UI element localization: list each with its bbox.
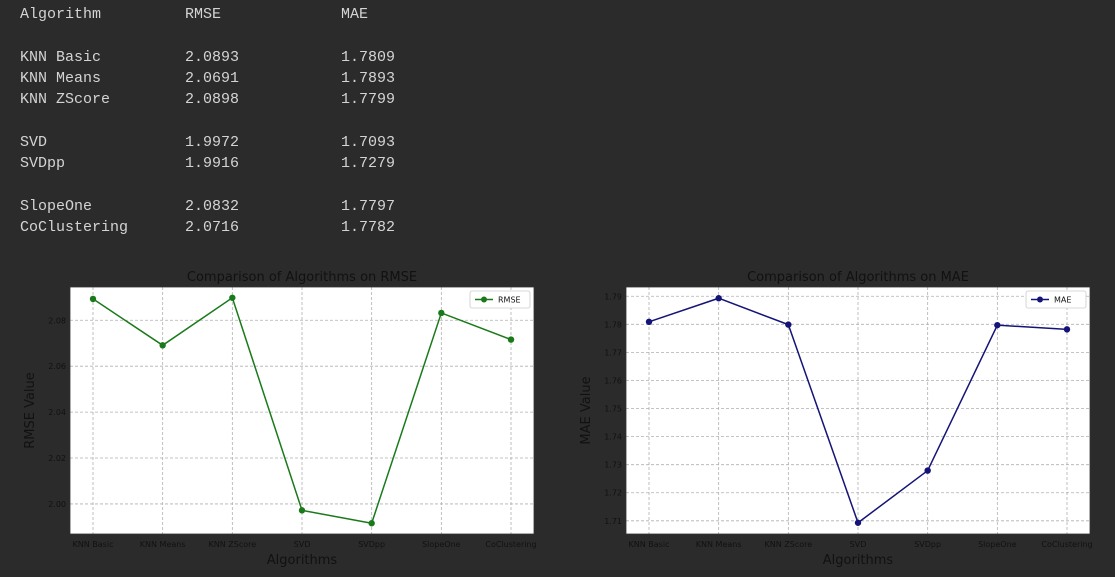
rmse-data-point bbox=[159, 342, 166, 349]
mae-data-point bbox=[1063, 326, 1071, 333]
rmse-value: 2.0832 bbox=[185, 197, 240, 215]
table-row: SVD 1.9972 1.7093 bbox=[20, 132, 395, 153]
legend: MAE bbox=[1025, 290, 1087, 309]
table-row: KNN ZScore 2.0898 1.7799 bbox=[20, 89, 395, 110]
legend-marker bbox=[481, 296, 487, 303]
y-axis-label: RMSE Value bbox=[23, 372, 38, 449]
y-tick-label: 1.74 bbox=[604, 433, 622, 442]
mae-data-point bbox=[854, 519, 862, 526]
legend-label: RMSE bbox=[498, 296, 521, 305]
algorithm-name: KNN ZScore bbox=[20, 91, 111, 109]
rmse-data-point bbox=[298, 507, 306, 514]
rmse-data-point bbox=[438, 309, 445, 317]
y-tick-label: 1.76 bbox=[604, 376, 622, 385]
header-algorithm: Algorithm bbox=[20, 6, 102, 23]
x-tick-label: KNN ZScore bbox=[765, 540, 813, 549]
mae-chart: 1.71 1.72 1.73 1.74 1.75 1.76 1.77 1.78 1.79 KNN … bbox=[579, 270, 1093, 568]
mae-value: 1.7809 bbox=[341, 48, 396, 66]
mae-value: 1.7782 bbox=[341, 218, 396, 236]
legend: RMSE bbox=[469, 290, 531, 309]
x-axis-label: Algorithms bbox=[267, 553, 338, 568]
mae-data-point bbox=[924, 467, 931, 474]
x-tick-label: SlopeOne bbox=[422, 540, 461, 549]
mae-value: 1.7279 bbox=[341, 155, 396, 173]
y-tick-label: 1.72 bbox=[604, 489, 622, 498]
chart-title: Comparison of Algorithms on MAE bbox=[747, 270, 969, 285]
rmse-value: 2.0898 bbox=[185, 91, 240, 109]
rmse-value: 1.9916 bbox=[185, 155, 240, 173]
x-tick-label: SVDpp bbox=[358, 540, 385, 549]
table-spacer bbox=[20, 25, 56, 46]
x-tick-label: SVD bbox=[850, 540, 867, 549]
algorithm-name: KNN Means bbox=[20, 69, 102, 87]
mae-data-point bbox=[785, 321, 792, 328]
table-spacer bbox=[20, 174, 56, 195]
table-row: KNN Basic 2.0893 1.7809 bbox=[20, 47, 395, 68]
y-axis-label: MAE Value bbox=[579, 376, 594, 444]
header-mae: MAE bbox=[341, 6, 369, 23]
mae-value: 1.7893 bbox=[341, 69, 396, 87]
results-table: Algorithm RMSE MAE KNN Basic 2.0893 1.78… bbox=[20, 4, 395, 238]
x-tick-label: SVDpp bbox=[914, 540, 941, 549]
x-tick-label: CoClustering bbox=[485, 540, 536, 549]
rmse-data-point bbox=[89, 295, 97, 303]
x-tick-label: KNN Means bbox=[696, 540, 742, 549]
y-tick-label: 1.73 bbox=[604, 461, 622, 470]
algorithm-name: CoClustering bbox=[20, 218, 129, 236]
y-tick-label: 1.75 bbox=[604, 405, 622, 414]
mae-value: 1.7799 bbox=[341, 91, 396, 109]
y-tick-label: 1.77 bbox=[604, 348, 622, 357]
legend-label: MAE bbox=[1054, 296, 1071, 305]
y-tick-label: 1.78 bbox=[604, 320, 622, 329]
y-tick-label: 1.79 bbox=[604, 292, 622, 301]
rmse-data-point bbox=[368, 520, 375, 527]
mae-data-point bbox=[715, 295, 722, 302]
x-tick-label: CoClustering bbox=[1041, 540, 1092, 549]
x-tick-label: KNN ZScore bbox=[209, 540, 257, 549]
mae-value: 1.7093 bbox=[341, 133, 396, 151]
x-axis-label: Algorithms bbox=[823, 553, 894, 568]
rmse-value: 2.0691 bbox=[185, 69, 240, 87]
legend-marker bbox=[1037, 296, 1043, 303]
x-tick-label: KNN Means bbox=[140, 540, 186, 549]
x-tick-label: KNN Basic bbox=[629, 540, 670, 549]
x-tick-label: SVD bbox=[294, 540, 311, 549]
y-tick-label: 1.71 bbox=[604, 517, 622, 526]
rmse-value: 2.0893 bbox=[185, 48, 240, 66]
rmse-chart: 2.00 2.02 2.04 2.06 2.08 KNN Basic KNN Means KN… bbox=[23, 270, 537, 568]
y-tick-label: 2.08 bbox=[48, 316, 66, 325]
mae-value: 1.7797 bbox=[341, 197, 396, 215]
y-tick-label: 2.02 bbox=[48, 454, 66, 463]
table-header-row: Algorithm RMSE MAE bbox=[20, 4, 368, 25]
mae-data-point bbox=[994, 321, 1001, 329]
chart-title: Comparison of Algorithms on RMSE bbox=[187, 270, 417, 285]
rmse-data-point bbox=[229, 294, 236, 301]
y-tick-label: 2.06 bbox=[48, 362, 66, 371]
algorithm-name: SVDpp bbox=[20, 155, 66, 173]
header-rmse: RMSE bbox=[185, 6, 222, 23]
mae-data-point bbox=[645, 318, 653, 326]
table-row: KNN Means 2.0691 1.7893 bbox=[20, 68, 395, 89]
table-row: CoClustering 2.0716 1.7782 bbox=[20, 217, 395, 238]
table-row: SVDpp 1.9916 1.7279 bbox=[20, 153, 395, 174]
algorithm-name: KNN Basic bbox=[20, 48, 102, 66]
y-tick-label: 2.04 bbox=[48, 408, 66, 417]
table-spacer bbox=[20, 110, 56, 131]
x-tick-label: SlopeOne bbox=[978, 540, 1017, 549]
table-row: SlopeOne 2.0832 1.7797 bbox=[20, 196, 395, 217]
rmse-value: 2.0716 bbox=[185, 218, 240, 236]
rmse-value: 1.9972 bbox=[185, 133, 240, 151]
algorithm-name: SVD bbox=[20, 133, 48, 151]
algorithm-name: SlopeOne bbox=[20, 197, 93, 215]
y-tick-label: 2.00 bbox=[48, 500, 66, 509]
x-tick-label: KNN Basic bbox=[73, 540, 114, 549]
rmse-data-point bbox=[507, 336, 515, 343]
